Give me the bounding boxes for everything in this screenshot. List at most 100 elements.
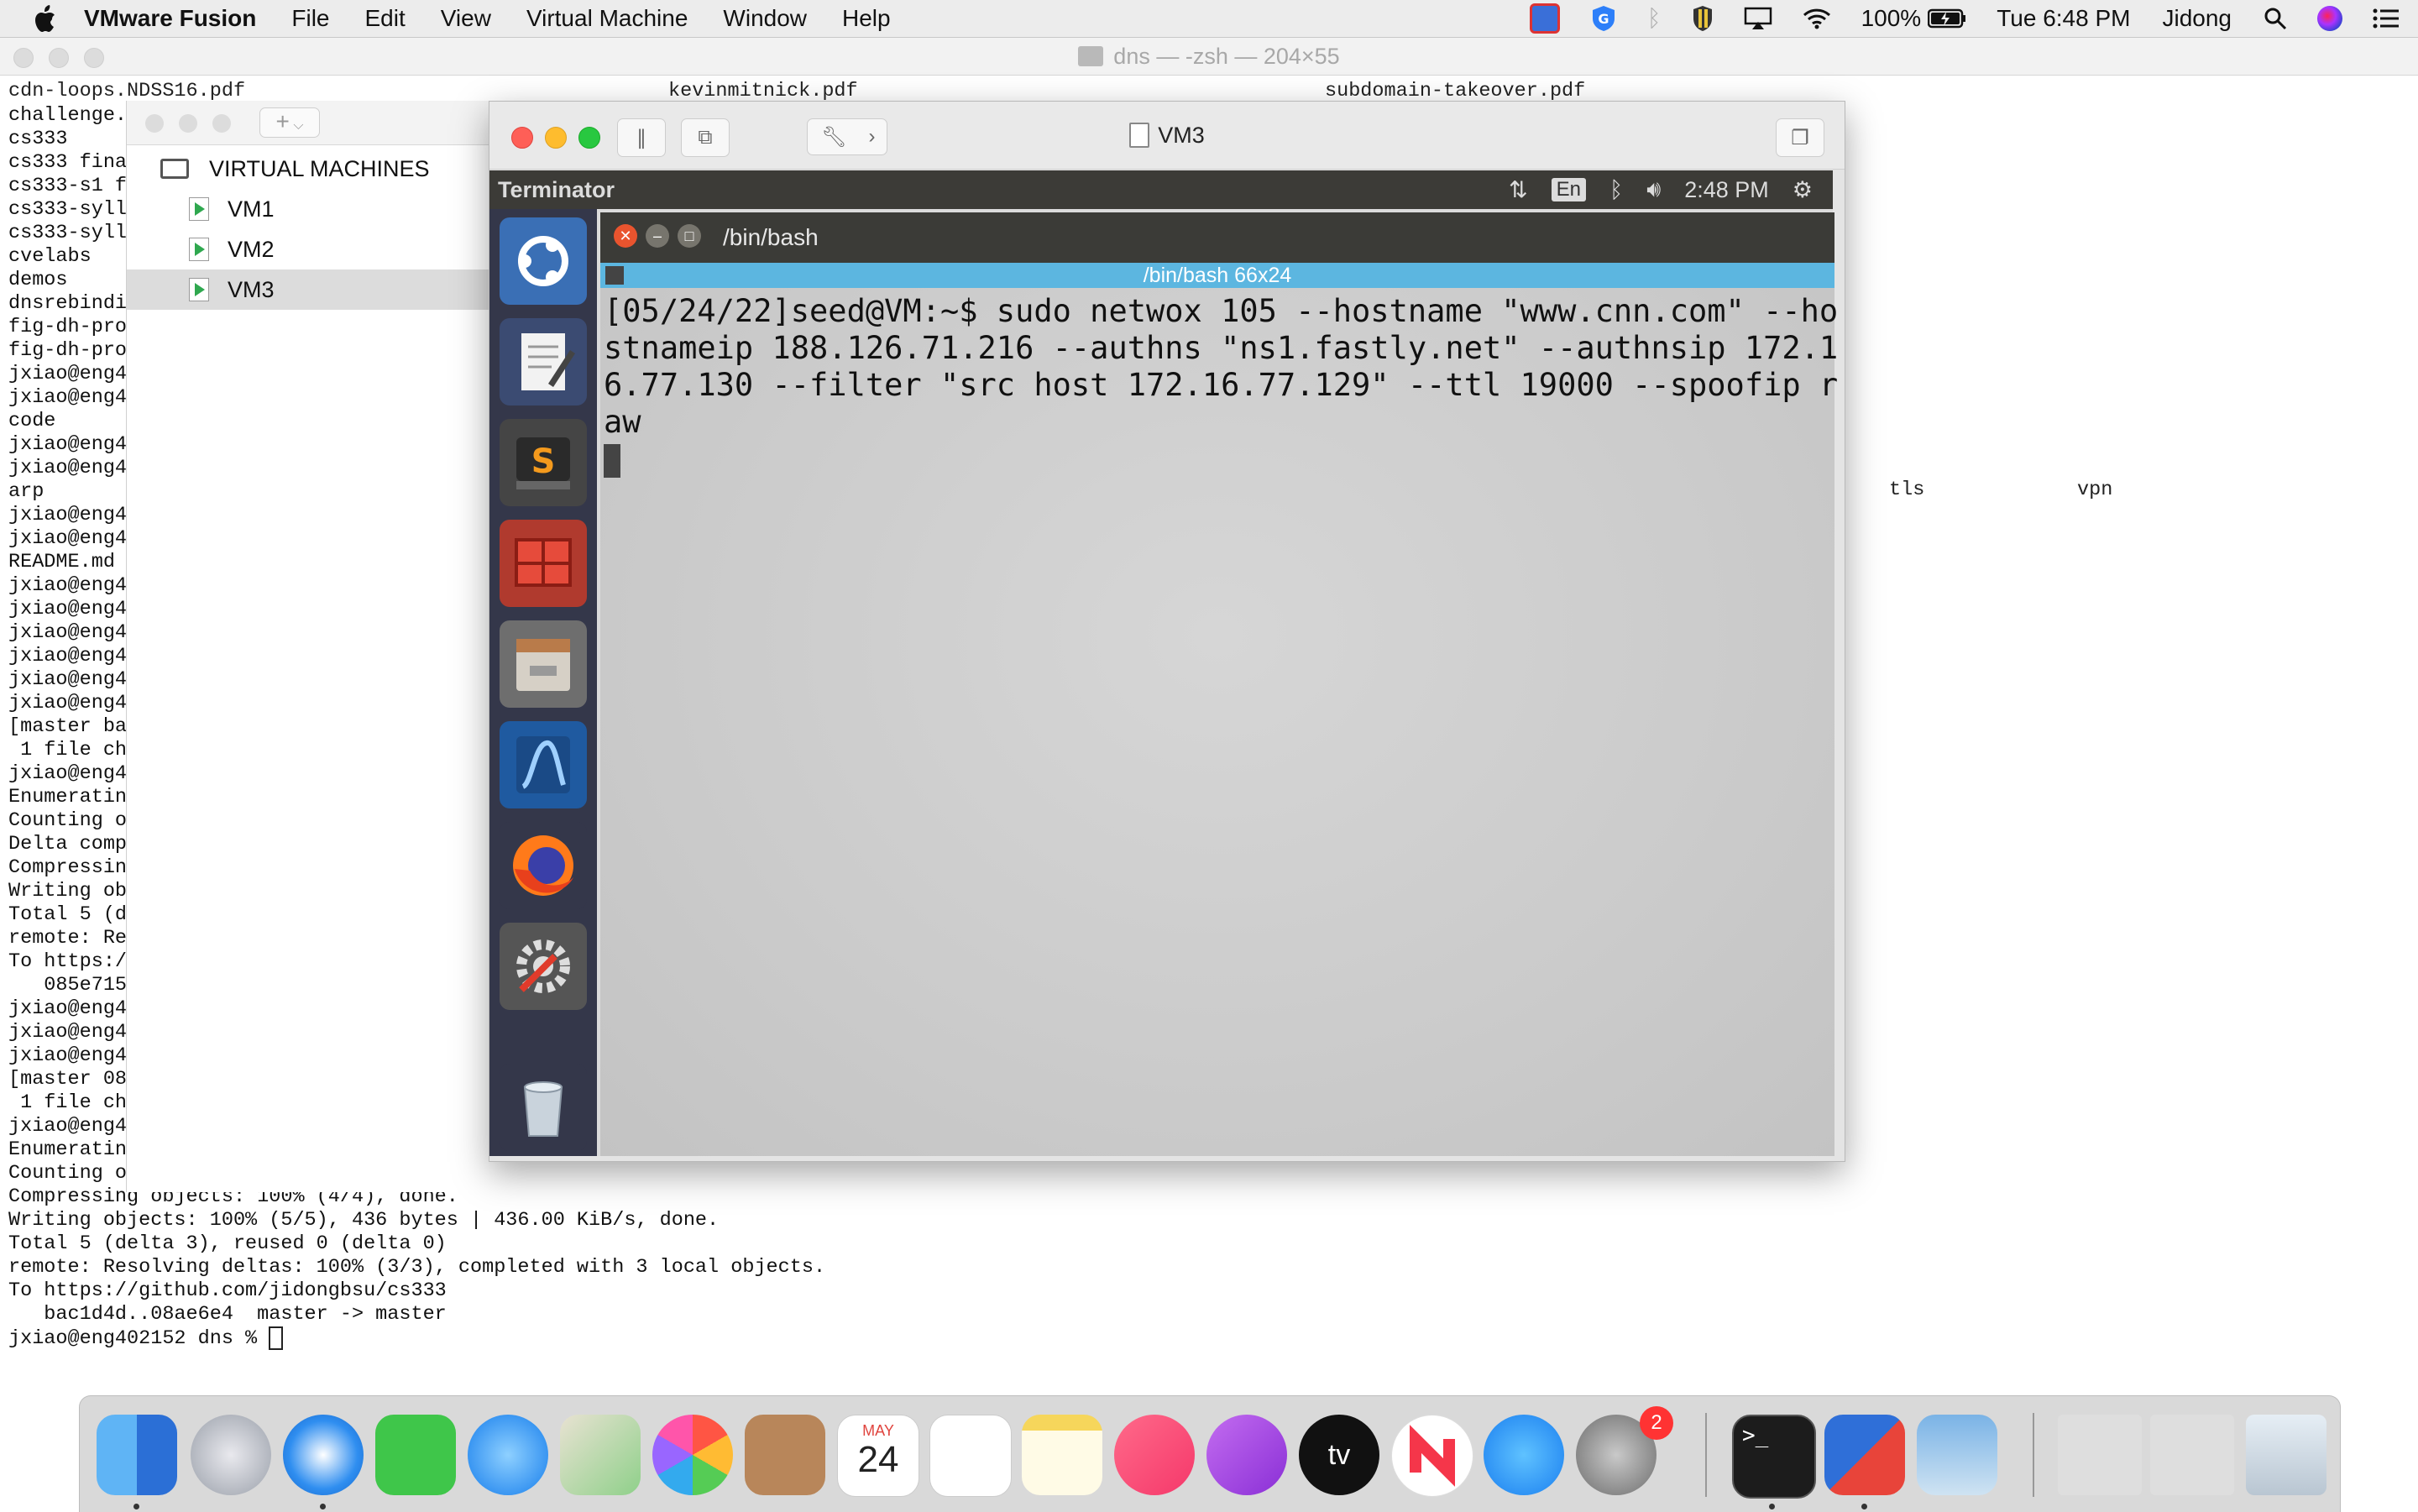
close-button[interactable]: ✕	[614, 224, 637, 248]
zoom-button[interactable]	[212, 114, 231, 133]
vmware-status-icon[interactable]	[1529, 3, 1560, 34]
vm3-window[interactable]: ∥ ⧉ 🔧︎ › VM3 ❐ Terminator ⇅ En ᛒ 🔊︎ 2:48 …	[489, 101, 1845, 1162]
guest-clock[interactable]: 2:48 PM	[1684, 177, 1769, 203]
unity-view-button[interactable]: ❐	[1776, 118, 1824, 157]
file-menu[interactable]: File	[291, 5, 329, 32]
gear-icon[interactable]: ⚙	[1793, 177, 1813, 203]
user-name[interactable]: Jidong	[2162, 5, 2232, 32]
keyboard-layout-indicator[interactable]: En	[1551, 178, 1586, 201]
finder-icon[interactable]	[97, 1415, 177, 1495]
minimize-button[interactable]	[179, 114, 197, 133]
close-button[interactable]	[13, 48, 34, 68]
view-menu[interactable]: View	[441, 5, 491, 32]
app-store-icon[interactable]	[1484, 1415, 1564, 1495]
clock[interactable]: Tue 6:48 PM	[1997, 5, 2130, 32]
terminal-titlebar[interactable]: dns — -zsh — 204×55	[0, 38, 2418, 76]
music-icon[interactable]	[1114, 1415, 1195, 1495]
minimize-button[interactable]	[49, 48, 69, 68]
files-icon[interactable]	[500, 620, 587, 708]
close-button[interactable]	[145, 114, 164, 133]
running-indicator	[320, 1504, 326, 1509]
ubuntu-launcher: S	[489, 209, 597, 1156]
zoom-button[interactable]	[84, 48, 104, 68]
bluetooth-icon[interactable]: ᛒ	[1647, 5, 1662, 32]
apple-tv-icon[interactable]: tv	[1299, 1415, 1379, 1495]
guest-screen[interactable]: Terminator ⇅ En ᛒ 🔊︎ 2:48 PM ⚙ S ✕ – □ /…	[489, 170, 1839, 1156]
vm-list-item-vm3[interactable]: VM3	[127, 269, 521, 310]
siri-icon[interactable]	[2317, 6, 2342, 31]
bluetooth-icon[interactable]: ᛒ	[1609, 177, 1623, 203]
vm-list-item-vm1[interactable]: VM1	[127, 189, 521, 229]
vm-play-icon	[189, 278, 209, 301]
wireshark-icon[interactable]	[500, 721, 587, 808]
running-indicator	[1769, 1504, 1775, 1509]
terminal-body[interactable]: [05/24/22]seed@VM:~$ sudo netwox 105 --h…	[600, 288, 1839, 1156]
photos-icon[interactable]	[652, 1415, 733, 1495]
maps-icon[interactable]	[560, 1415, 641, 1495]
ubuntu-dash-icon[interactable]	[500, 217, 587, 305]
trash-icon[interactable]	[500, 1064, 587, 1151]
vm-titlebar[interactable]: ∥ ⧉ 🔧︎ › VM3 ❐	[489, 102, 1845, 170]
vm-label: VM1	[228, 196, 275, 222]
folder-icon	[1078, 46, 1104, 66]
minimize-button[interactable]: –	[646, 224, 669, 248]
news-icon[interactable]	[1391, 1415, 1473, 1497]
dock: MAY 24 tv 2 >_	[79, 1395, 2341, 1512]
battery-percent[interactable]: 100%	[1861, 5, 1922, 32]
file-listing-item: vpn	[2077, 479, 2113, 501]
help-menu[interactable]: Help	[842, 5, 891, 32]
vm-document-icon	[1129, 123, 1150, 148]
volume-icon[interactable]: 🔊︎	[1646, 176, 1661, 203]
podcasts-icon[interactable]	[1206, 1415, 1287, 1495]
terminal-line: stnameip 188.126.71.216 --authns "ns1.fa…	[604, 330, 1839, 366]
norton-shield-icon[interactable]	[1692, 5, 1714, 32]
messages-icon[interactable]	[468, 1415, 548, 1495]
edit-menu[interactable]: Edit	[365, 5, 406, 32]
svg-text:S: S	[531, 442, 556, 481]
text-editor-icon[interactable]	[500, 318, 587, 405]
terminal-tab-bar[interactable]: /bin/bash 66x24	[600, 263, 1834, 288]
battery-charging-icon[interactable]	[1928, 8, 1966, 29]
wifi-icon[interactable]	[1803, 8, 1831, 29]
app-menu[interactable]: VMware Fusion	[84, 5, 256, 32]
terminal-app-icon[interactable]: >_	[1732, 1415, 1816, 1499]
vm-list-item-vm2[interactable]: VM2	[127, 229, 521, 269]
file-listing-item: subdomain-takeover.pdf	[1325, 80, 1586, 102]
terminator-titlebar[interactable]: ✕ – □ /bin/bash	[600, 212, 1834, 263]
terminal-line: aw	[604, 404, 641, 440]
apple-menu-icon[interactable]	[32, 4, 57, 33]
virtual-machines-section: VIRTUAL MACHINES	[127, 149, 521, 189]
contacts-icon[interactable]	[745, 1415, 825, 1495]
maximize-button[interactable]: □	[678, 224, 701, 248]
airplay-icon[interactable]	[1744, 7, 1772, 30]
reminders-icon[interactable]	[929, 1415, 1012, 1497]
notes-icon[interactable]	[1022, 1415, 1102, 1495]
spotlight-search-icon[interactable]	[2264, 7, 2287, 30]
shell-prompt[interactable]: jxiao@eng402152 dns %	[8, 1326, 825, 1350]
grammarly-icon[interactable]: G	[1590, 4, 1617, 33]
minimized-window-thumbnail[interactable]	[2058, 1415, 2142, 1495]
virtual-machine-menu[interactable]: Virtual Machine	[526, 5, 688, 32]
network-icon[interactable]: ⇅	[1509, 177, 1528, 203]
system-settings-icon[interactable]	[500, 923, 587, 1010]
calendar-icon[interactable]: MAY 24	[837, 1415, 919, 1497]
svg-text:G: G	[1598, 11, 1609, 27]
calendar-month: MAY	[862, 1422, 894, 1439]
preview-icon[interactable]	[1917, 1415, 1997, 1495]
add-vm-button[interactable]: + ⌵	[259, 107, 320, 138]
vmware-fusion-icon[interactable]	[1824, 1415, 1905, 1495]
trash-icon[interactable]	[2246, 1415, 2326, 1495]
facetime-icon[interactable]	[375, 1415, 456, 1495]
terminator-window[interactable]: ✕ – □ /bin/bash /bin/bash 66x24 [05/24/2…	[600, 212, 1839, 1156]
window-menu[interactable]: Window	[723, 5, 807, 32]
firefox-icon[interactable]	[500, 822, 587, 909]
minimized-window-thumbnail[interactable]	[2150, 1415, 2234, 1495]
terminator-icon[interactable]	[500, 520, 587, 607]
grid-icon[interactable]	[605, 266, 624, 285]
notification-center-icon[interactable]	[2373, 8, 2400, 29]
overlap-windows-icon: ❐	[1791, 126, 1809, 149]
safari-icon[interactable]	[283, 1415, 364, 1495]
sublime-text-icon[interactable]: S	[500, 419, 587, 506]
launchpad-icon[interactable]	[191, 1415, 271, 1495]
vm-library-window[interactable]: + ⌵ VIRTUAL MACHINES VM1 VM2 VM3	[126, 101, 521, 1192]
